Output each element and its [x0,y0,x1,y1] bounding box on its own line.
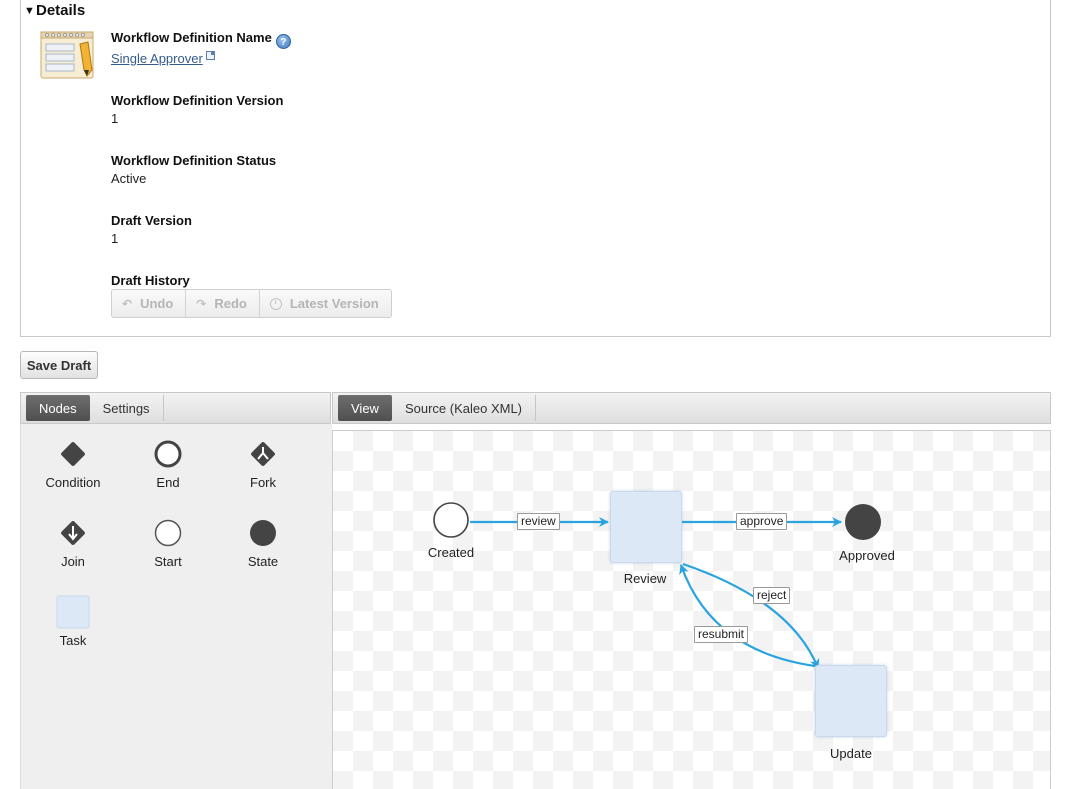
undo-icon: ↶ [122,296,133,311]
clock-icon [269,297,282,310]
node-update-label: Update [830,746,872,761]
edge-label-approve[interactable]: approve [736,513,788,530]
palette-end[interactable]: End [128,437,208,490]
tab-nodes[interactable]: Nodes [26,395,90,421]
start-icon [154,519,182,547]
edge-label-resubmit[interactable]: resubmit [694,626,749,643]
redo-icon: ↷ [196,296,207,311]
right-tabbar: View Source (Kaleo XML) [332,392,1051,424]
state-icon [250,520,276,546]
palette-join[interactable]: Join [33,516,113,569]
palette-start[interactable]: Start [128,516,208,569]
palette-state[interactable]: State [223,516,303,569]
workflow-version-value: 1 [111,111,119,126]
latest-version-button[interactable]: Latest Version [260,290,391,317]
draft-version-value: 1 [111,231,119,246]
external-link-icon[interactable] [205,51,215,60]
workflow-name-link[interactable]: Single Approver [111,51,203,66]
tab-source[interactable]: Source (Kaleo XML) [392,395,537,421]
save-draft-button[interactable]: Save Draft [20,351,98,379]
palette-task[interactable]: Task [33,595,113,648]
join-icon [61,521,85,545]
end-icon [154,440,182,468]
diagram-canvas[interactable]: Created Review Approved Update review ap… [332,430,1051,789]
draft-history-buttons: ↶ Undo ↷ Redo Latest Version [111,289,392,318]
node-review-shape[interactable] [610,491,682,563]
node-created-label: Created [427,545,475,560]
edge-label-review[interactable]: review [517,513,560,530]
draft-history-label: Draft History [111,273,190,288]
node-review-label: Review [623,571,667,586]
palette-fork[interactable]: Fork [223,437,303,490]
tab-settings[interactable]: Settings [90,395,164,421]
node-created-shape[interactable] [433,502,469,538]
edge-resubmit[interactable] [679,564,816,668]
workflow-status-value: Active [111,171,147,186]
workflow-version-label: Workflow Definition Version [111,93,284,108]
workflow-name-row: Single Approver [111,51,215,66]
node-update-shape[interactable] [815,665,887,737]
palette-condition[interactable]: Condition [33,437,113,490]
task-icon [56,595,90,629]
node-approved-label: Approved [839,548,895,563]
redo-button[interactable]: ↷ Redo [186,290,260,317]
condition-icon [61,442,85,466]
workflow-name-label: Workflow Definition Name? [111,30,291,49]
collapse-triangle-icon[interactable]: ▼ [24,5,36,17]
help-icon[interactable]: ? [275,34,291,49]
edge-reject[interactable] [682,562,820,669]
edge-label-reject[interactable]: reject [753,587,791,604]
draft-version-label: Draft Version [111,213,192,228]
details-toggle[interactable]: ▼Details [24,2,85,19]
undo-button[interactable]: ↶ Undo [112,290,187,317]
diagram-edges [433,502,881,669]
tab-view[interactable]: View [338,395,392,421]
left-tabbar: Nodes Settings [20,392,331,424]
workflow-definition-icon [40,31,94,79]
details-title: Details [36,2,86,19]
fork-icon [251,442,275,466]
workflow-status-label: Workflow Definition Status [111,153,277,168]
node-approved-shape[interactable] [845,504,881,540]
